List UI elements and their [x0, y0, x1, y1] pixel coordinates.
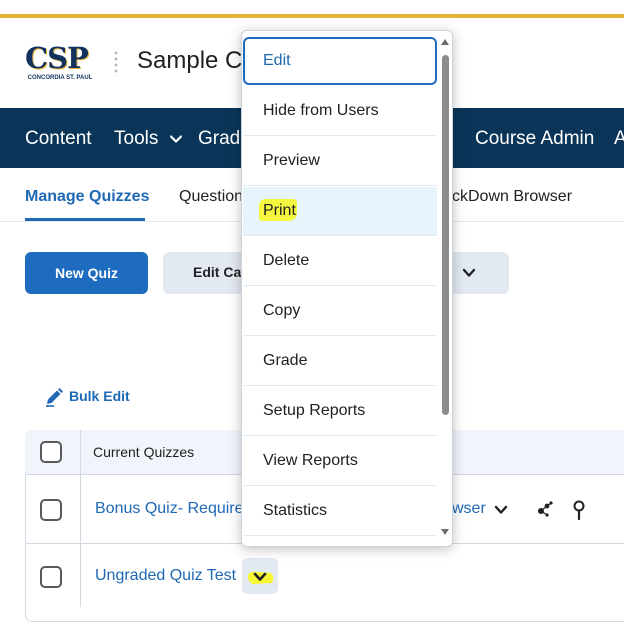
pin-icon[interactable]	[572, 500, 586, 520]
menu-item-label: Delete	[263, 252, 310, 269]
logo-letters: CSP	[25, 41, 89, 75]
edit-categories-button[interactable]: Edit Cat	[163, 252, 248, 294]
quiz-link-suffix[interactable]: wser	[452, 500, 486, 518]
menu-item-copy[interactable]: Copy	[243, 287, 437, 336]
menu-item-setup-reports[interactable]: Setup Reports	[243, 387, 437, 436]
course-title[interactable]: Sample C	[137, 47, 242, 75]
scroll-down-icon[interactable]	[441, 529, 449, 535]
graph-nodes-icon[interactable]	[536, 500, 556, 520]
menu-item-label: Edit	[263, 52, 291, 69]
tab-manage-quizzes[interactable]: Manage Quizzes	[25, 188, 149, 206]
select-all-checkbox[interactable]	[40, 441, 62, 463]
chevron-down-icon	[169, 135, 182, 143]
chevron-down-icon	[462, 268, 476, 277]
menu-item-statistics[interactable]: Statistics	[243, 487, 437, 536]
quiz-context-menu: Edit Hide from Users Preview Print Delet…	[241, 30, 453, 547]
pencil-icon	[46, 388, 63, 407]
current-quizzes-header: Current Quizzes	[93, 444, 195, 460]
menu-item-label: Copy	[263, 302, 301, 319]
row-checkbox[interactable]	[40, 499, 62, 521]
menu-item-label: Setup Reports	[263, 402, 366, 419]
menu-item-grade[interactable]: Grade	[243, 337, 437, 386]
menu-item-label: Hide from Users	[263, 102, 379, 119]
menu-item-label: Grade	[263, 352, 308, 369]
new-quiz-button[interactable]: New Quiz	[25, 252, 148, 294]
chevron-down-icon	[253, 572, 267, 581]
bulk-edit-label: Bulk Edit	[69, 388, 130, 404]
menu-item-label: View Reports	[263, 452, 358, 469]
logo-subtitle: CONCORDIA ST. PAUL	[27, 75, 93, 81]
menu-item-edit[interactable]: Edit	[243, 37, 437, 85]
menu-item-preview[interactable]: Preview	[243, 137, 437, 186]
menu-item-print[interactable]: Print	[243, 187, 437, 236]
nav-course-admin[interactable]: Course Admin	[475, 128, 594, 150]
menu-item-label: Statistics	[263, 502, 328, 519]
scroll-up-icon[interactable]	[441, 39, 449, 45]
nav-overflow[interactable]: A	[614, 128, 624, 150]
menu-item-label: Print	[263, 202, 296, 219]
row-checkbox[interactable]	[40, 566, 62, 588]
column-divider	[80, 430, 81, 607]
chevron-down-icon[interactable]	[494, 505, 508, 515]
top-accent-stripe	[0, 14, 624, 18]
menu-item-view-reports[interactable]: View Reports	[243, 437, 437, 486]
more-actions-button[interactable]	[448, 252, 509, 294]
nav-content[interactable]: Content	[25, 128, 92, 150]
quiz-link-ungraded[interactable]: Ungraded Quiz Test	[95, 567, 236, 585]
menu-item-label: Preview	[263, 152, 320, 169]
tab-lockdown-browser[interactable]: ckDown Browser	[452, 188, 572, 206]
nav-tools[interactable]: Tools	[114, 128, 182, 150]
quiz-link-bonus[interactable]: Bonus Quiz- Require	[95, 500, 244, 518]
menu-item-hide-from-users[interactable]: Hide from Users	[243, 87, 437, 136]
header-divider	[114, 50, 118, 76]
nav-tools-label: Tools	[114, 128, 159, 149]
school-logo[interactable]: CSP CONCORDIA ST. PAUL	[25, 42, 95, 86]
tab-question-library[interactable]: Question	[179, 188, 243, 206]
menu-scrollbar-thumb[interactable]	[442, 55, 449, 415]
menu-item-delete[interactable]: Delete	[243, 237, 437, 286]
edit-categories-label: Edit Cat	[193, 264, 246, 280]
